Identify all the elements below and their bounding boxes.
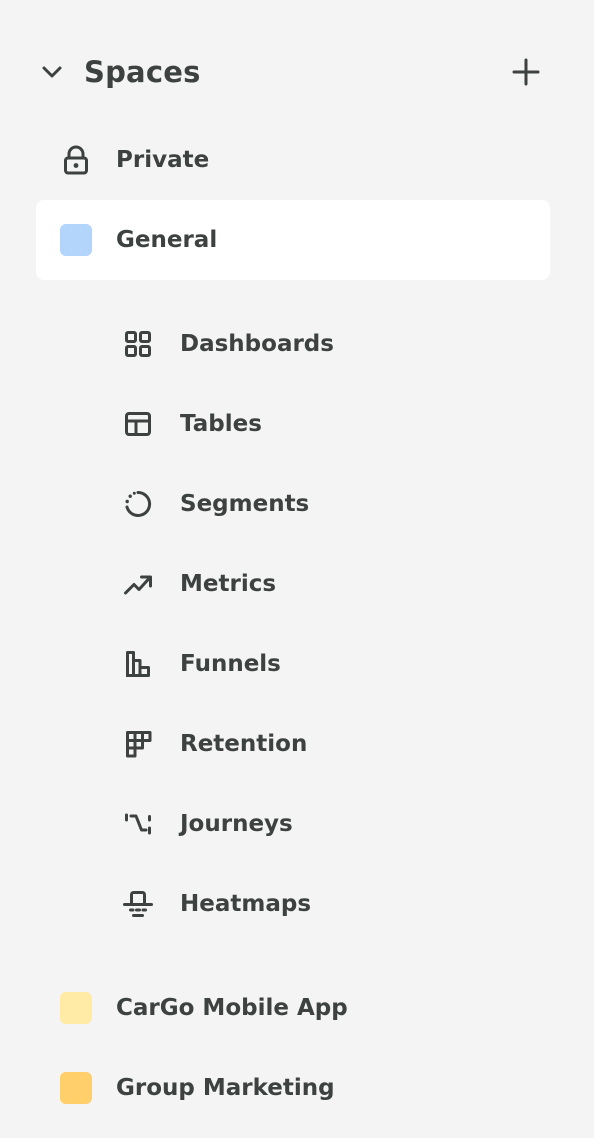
nav-item-funnels[interactable]: Funnels [100, 624, 550, 704]
nav-item-label: Journeys [180, 811, 293, 837]
space-label: CarGo Mobile App [116, 995, 348, 1021]
nav-item-label: Retention [180, 731, 308, 757]
space-item-cargo-mobile-app[interactable]: CarGo Mobile App [36, 968, 550, 1048]
space-label: Private [116, 147, 210, 173]
nav-item-label: Tables [180, 411, 262, 437]
nav-item-segments[interactable]: Segments [100, 464, 550, 544]
spaces-title: Spaces [84, 55, 201, 89]
space-item-group-marketing[interactable]: Group Marketing [36, 1048, 550, 1128]
space-color-swatch [60, 1072, 92, 1104]
nav-item-heatmaps[interactable]: Heatmaps [100, 864, 550, 944]
tables-icon [122, 408, 154, 440]
add-space-button[interactable] [508, 54, 544, 90]
nav-item-label: Metrics [180, 571, 277, 597]
space-label: Group Marketing [116, 1075, 335, 1101]
nav-item-dashboards[interactable]: Dashboards [100, 304, 550, 384]
funnels-icon [122, 648, 154, 680]
spaces-panel: Spaces Private General Dashboards Tables… [0, 0, 594, 1138]
nav-item-label: Dashboards [180, 331, 334, 357]
space-color-swatch [60, 224, 92, 256]
nav-item-tables[interactable]: Tables [100, 384, 550, 464]
space-label: General [116, 227, 218, 253]
nav-item-label: Segments [180, 491, 310, 517]
heatmaps-icon [122, 888, 154, 920]
nav-item-label: Heatmaps [180, 891, 312, 917]
plus-icon [512, 58, 540, 86]
metrics-icon [122, 568, 154, 600]
nav-item-journeys[interactable]: Journeys [100, 784, 550, 864]
segments-icon [122, 488, 154, 520]
spaces-header: Spaces [0, 44, 594, 100]
space-item-private[interactable]: Private [36, 120, 550, 200]
lock-icon [58, 142, 94, 178]
journeys-icon [122, 808, 154, 840]
space-item-general[interactable]: General [36, 200, 550, 280]
retention-icon [122, 728, 154, 760]
nav-item-metrics[interactable]: Metrics [100, 544, 550, 624]
chevron-down-icon[interactable] [38, 58, 66, 86]
nav-item-label: Funnels [180, 651, 281, 677]
dashboards-icon [122, 328, 154, 360]
nav-item-retention[interactable]: Retention [100, 704, 550, 784]
space-color-swatch [60, 992, 92, 1024]
